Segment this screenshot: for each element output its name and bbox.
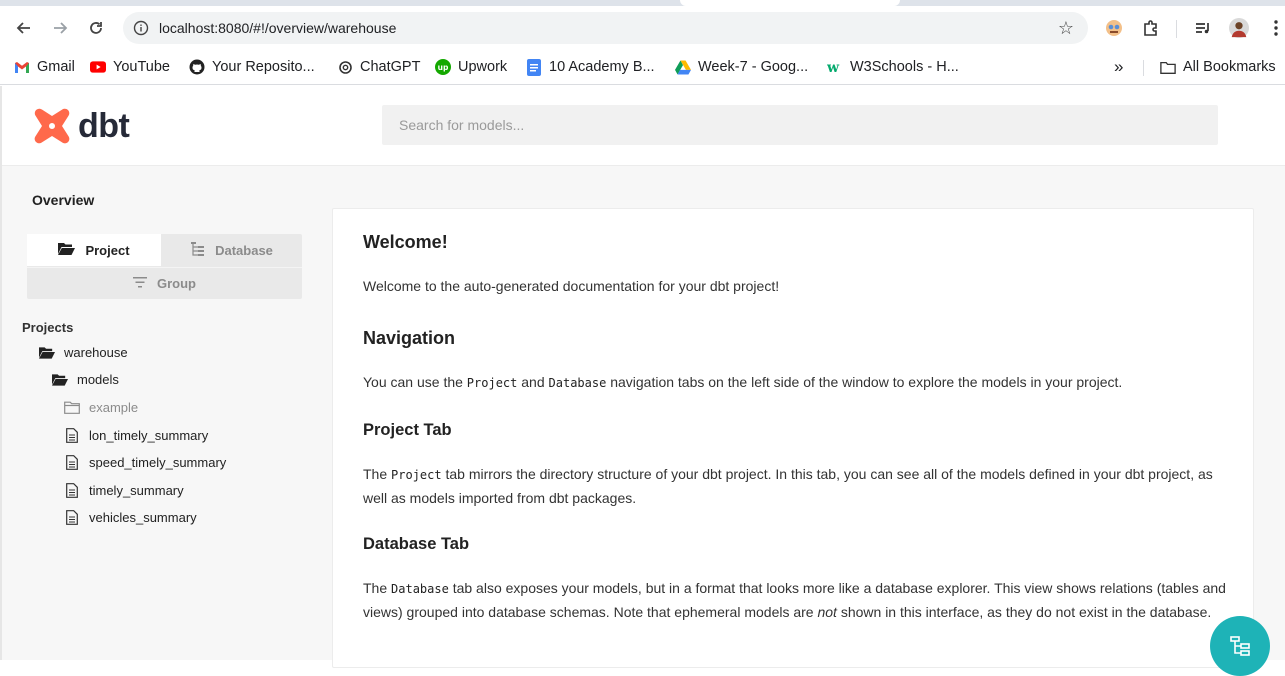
gmail-icon: [14, 59, 30, 75]
bookmark-label: Gmail: [37, 59, 75, 75]
svg-text:w: w: [827, 60, 840, 74]
browser-toolbar: localhost:8080/#!/overview/warehouse ☆: [0, 6, 1285, 50]
all-bookmarks-label: All Bookmarks: [1183, 59, 1276, 75]
tree-model-vehicles-summary[interactable]: vehicles_summary: [64, 507, 197, 527]
bookmark-label: Your Reposito...: [212, 59, 315, 75]
tree-folder-warehouse[interactable]: warehouse: [39, 342, 128, 362]
site-info-icon[interactable]: [133, 20, 149, 36]
bookmarks-bar: Gmail YouTube Your Reposito... ChatGPT u…: [0, 50, 1285, 85]
file-icon: [64, 482, 80, 498]
file-icon: [64, 509, 80, 525]
tab-project-label: Project: [85, 242, 130, 258]
group-lines-icon: [133, 276, 147, 291]
bookmark-label: W3Schools - H...: [850, 59, 959, 75]
bookmark-10-academy[interactable]: 10 Academy B...: [526, 57, 655, 77]
database-tree-icon: [190, 241, 205, 259]
bookmarks-divider: [1143, 60, 1144, 76]
search-input[interactable]: [382, 105, 1218, 145]
all-bookmarks-button[interactable]: All Bookmarks: [1160, 57, 1276, 77]
project-tab-text: The Project tab mirrors the directory st…: [363, 466, 1213, 506]
file-icon: [64, 454, 80, 470]
extensions-puzzle-icon[interactable]: [1141, 18, 1161, 38]
url-text: localhost:8080/#!/overview/warehouse: [159, 20, 397, 36]
tab-group[interactable]: Group: [27, 267, 302, 299]
bookmark-youtube[interactable]: YouTube: [90, 57, 170, 77]
tree-item-label: example: [89, 399, 139, 415]
google-drive-icon: [675, 59, 691, 75]
bookmark-gmail[interactable]: Gmail: [14, 57, 75, 77]
tab-group-label: Group: [157, 276, 196, 291]
tree-model-speed-timely-summary[interactable]: speed_timely_summary: [64, 452, 226, 472]
bookmark-chatgpt[interactable]: ChatGPT: [337, 57, 420, 77]
database-tab-heading: Database Tab: [363, 535, 470, 553]
extension-avatar-icon[interactable]: [1104, 18, 1124, 38]
folder-open-icon: [52, 371, 68, 387]
logo-text: dbt: [78, 106, 130, 145]
tree-item-label: warehouse: [64, 344, 128, 360]
github-icon: [189, 59, 205, 75]
view-switcher: Project Database Group: [27, 234, 302, 299]
lineage-graph-icon: [1230, 636, 1250, 656]
tree-model-lon-timely-summary[interactable]: lon_timely_summary: [64, 425, 208, 445]
bookmark-label: YouTube: [113, 59, 170, 75]
bookmark-week7[interactable]: Week-7 - Goog...: [675, 57, 808, 77]
navigation-text: You can use the Project and Database nav…: [363, 374, 1123, 390]
tree-item-label: lon_timely_summary: [89, 427, 209, 443]
folder-icon: [64, 399, 80, 415]
file-icon: [64, 427, 80, 443]
tab-project[interactable]: Project: [27, 234, 161, 266]
folder-icon: [1160, 59, 1176, 75]
bookmark-star-icon[interactable]: ☆: [1058, 18, 1074, 39]
forward-icon[interactable]: [48, 16, 72, 40]
tab-database[interactable]: Database: [161, 234, 302, 266]
tree-item-label: timely_summary: [89, 482, 184, 498]
folder-open-icon: [39, 344, 55, 360]
upwork-icon: up: [435, 59, 451, 75]
tab-database-label: Database: [215, 242, 273, 258]
back-icon[interactable]: [12, 16, 36, 40]
navigation-heading: Navigation: [363, 328, 456, 348]
dbt-docs-app: dbt Overview Project Database Group Proj…: [0, 86, 1285, 676]
project-tab-heading: Project Tab: [363, 421, 452, 439]
database-tab-text: The Database tab also exposes your model…: [363, 580, 1226, 620]
folder-open-icon: [58, 242, 76, 258]
tree-model-timely-summary[interactable]: timely_summary: [64, 480, 184, 500]
youtube-icon: [90, 59, 106, 75]
model-search: [382, 105, 1218, 145]
sidebar: Overview Project Database Group Projects…: [2, 166, 320, 660]
projects-heading: Projects: [22, 320, 74, 335]
address-bar[interactable]: localhost:8080/#!/overview/warehouse ☆: [123, 12, 1088, 44]
reading-list-icon[interactable]: [1193, 18, 1213, 38]
w3schools-icon: w: [827, 59, 843, 75]
bookmark-upwork[interactable]: up Upwork: [435, 57, 507, 77]
sidebar-title[interactable]: Overview: [32, 192, 94, 208]
dbt-logo[interactable]: dbt: [32, 106, 130, 146]
lineage-graph-button[interactable]: [1210, 616, 1270, 676]
bookmark-w3schools[interactable]: w W3Schools - H...: [827, 57, 959, 77]
tree-item-label: models: [77, 371, 119, 387]
profile-avatar[interactable]: [1229, 18, 1249, 38]
tree-folder-example[interactable]: example: [64, 397, 138, 417]
dbt-logo-icon: [34, 108, 70, 144]
bookmarks-overflow-button[interactable]: »: [1114, 57, 1123, 77]
bookmark-label: ChatGPT: [360, 59, 421, 75]
tree-item-label: speed_timely_summary: [89, 454, 227, 470]
tree-item-label: vehicles_summary: [89, 509, 197, 525]
reload-icon[interactable]: [84, 16, 108, 40]
bookmark-github[interactable]: Your Reposito...: [189, 57, 315, 77]
google-docs-icon: [526, 58, 542, 76]
welcome-heading: Welcome!: [363, 232, 448, 252]
bookmark-label: 10 Academy B...: [549, 59, 655, 75]
overflow-chevron-icon: »: [1114, 57, 1124, 76]
bookmark-label: Week-7 - Goog...: [698, 59, 809, 75]
chatgpt-icon: [337, 59, 353, 75]
browser-menu-icon[interactable]: [1266, 18, 1285, 38]
overview-content: Welcome! Welcome to the auto-generated d…: [332, 208, 1254, 668]
app-header: dbt: [2, 86, 1285, 166]
welcome-text: Welcome to the auto-generated documentat…: [363, 278, 780, 294]
svg-text:up: up: [438, 63, 449, 72]
toolbar-divider: [1176, 20, 1177, 38]
tree-folder-models[interactable]: models: [52, 369, 119, 389]
bookmark-label: Upwork: [458, 59, 508, 75]
